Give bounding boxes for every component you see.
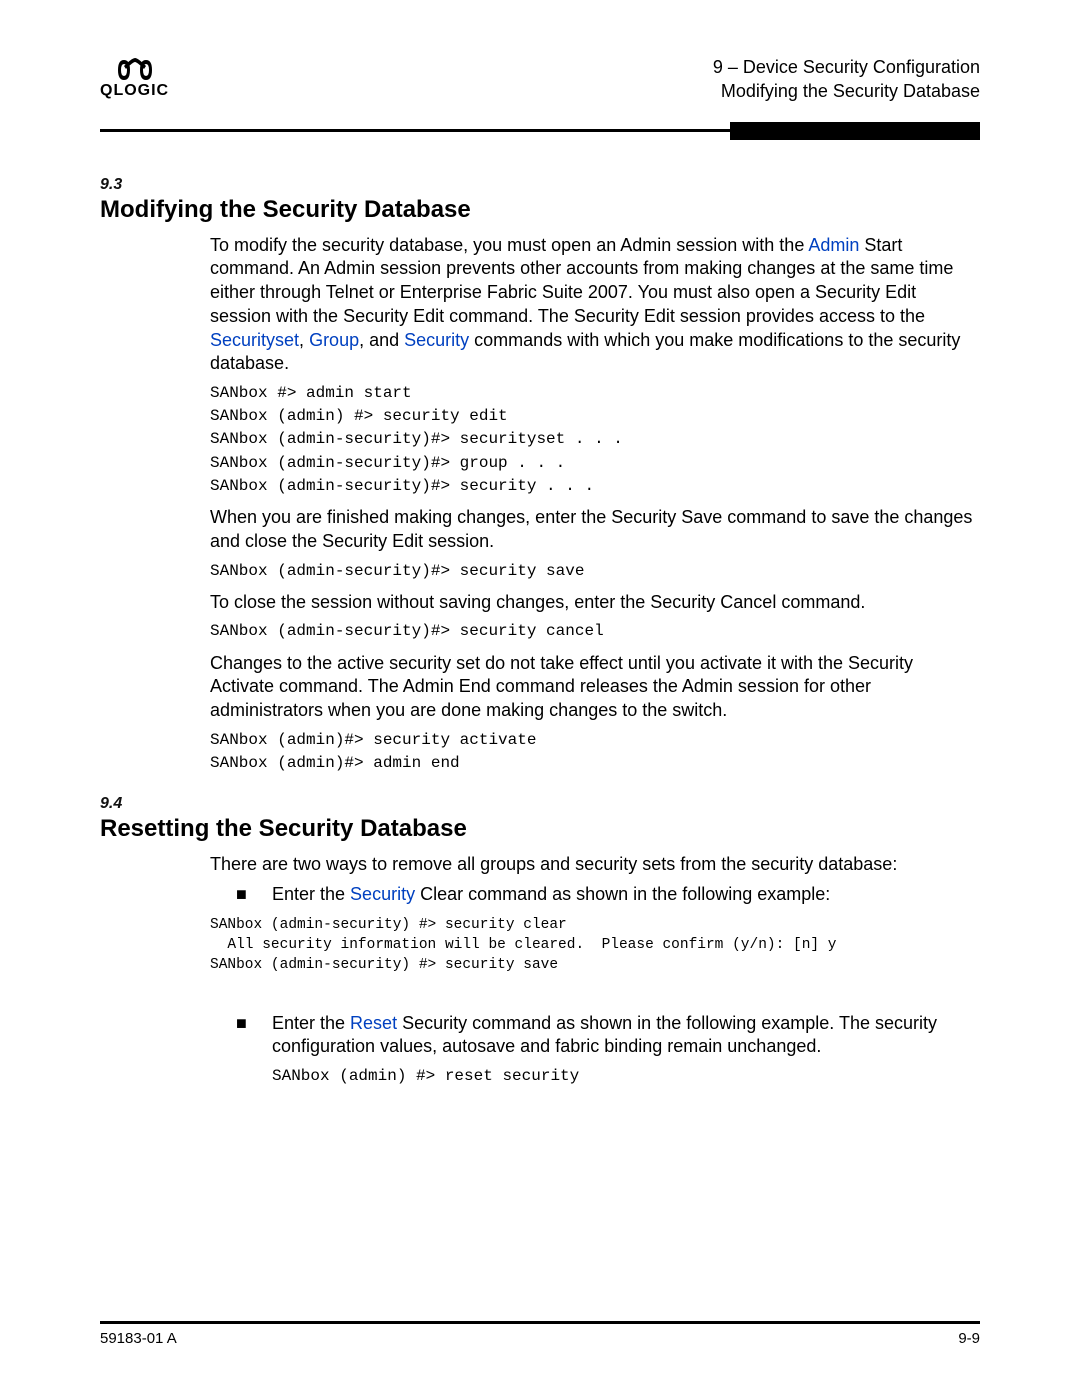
link-admin[interactable]: Admin — [808, 235, 859, 255]
link-reset[interactable]: Reset — [350, 1013, 397, 1033]
paragraph: There are two ways to remove all groups … — [210, 853, 980, 877]
page-content: 9.3 Modifying the Security Database To m… — [100, 140, 980, 1097]
code-block: SANbox (admin)#> security activate SANbo… — [210, 729, 980, 775]
code-block: SANbox (admin) #> reset security — [272, 1065, 980, 1088]
logo-text: QLOGIC — [100, 82, 169, 100]
footer-page-number: 9-9 — [958, 1330, 980, 1347]
footer-doc-id: 59183-01 A — [100, 1330, 177, 1347]
bullet-icon: ■ — [236, 1012, 272, 1097]
list-item: ■ Enter the Security Clear command as sh… — [236, 883, 980, 913]
paragraph: Changes to the active security set do no… — [210, 652, 980, 723]
section-heading: Modifying the Security Database — [100, 196, 980, 224]
paragraph: Enter the Security Clear command as show… — [272, 883, 980, 907]
section-heading: Resetting the Security Database — [100, 815, 980, 843]
code-block: SANbox #> admin start SANbox (admin) #> … — [210, 382, 980, 498]
link-security-clear[interactable]: Security — [350, 884, 415, 904]
bullet-icon: ■ — [236, 883, 272, 913]
code-block: SANbox (admin-security)#> security save — [210, 560, 980, 583]
code-block: SANbox (admin-security) #> security clea… — [210, 915, 980, 976]
page-header: QLOGIC 9 – Device Security Configuration… — [100, 55, 980, 114]
link-security[interactable]: Security — [404, 330, 469, 350]
list-item: ■ Enter the Reset Security command as sh… — [236, 1012, 980, 1097]
header-rule — [100, 122, 980, 140]
section-number: 9.4 — [100, 795, 980, 813]
page-footer: 59183-01 A 9-9 — [100, 1321, 980, 1347]
code-block: SANbox (admin-security)#> security cance… — [210, 620, 980, 643]
link-securityset[interactable]: Securityset — [210, 330, 299, 350]
paragraph: When you are finished making changes, en… — [210, 506, 980, 554]
paragraph: Enter the Reset Security command as show… — [272, 1012, 980, 1060]
paragraph: To close the session without saving chan… — [210, 591, 980, 615]
chapter-reference: 9 – Device Security Configuration — [713, 55, 980, 79]
section-reference: Modifying the Security Database — [713, 79, 980, 103]
paragraph: To modify the security database, you mus… — [210, 234, 980, 377]
header-breadcrumb: 9 – Device Security Configuration Modify… — [713, 55, 980, 104]
logo-glyph-icon — [118, 58, 152, 82]
section-number: 9.3 — [100, 176, 980, 194]
link-group[interactable]: Group — [309, 330, 359, 350]
logo: QLOGIC — [100, 55, 169, 100]
